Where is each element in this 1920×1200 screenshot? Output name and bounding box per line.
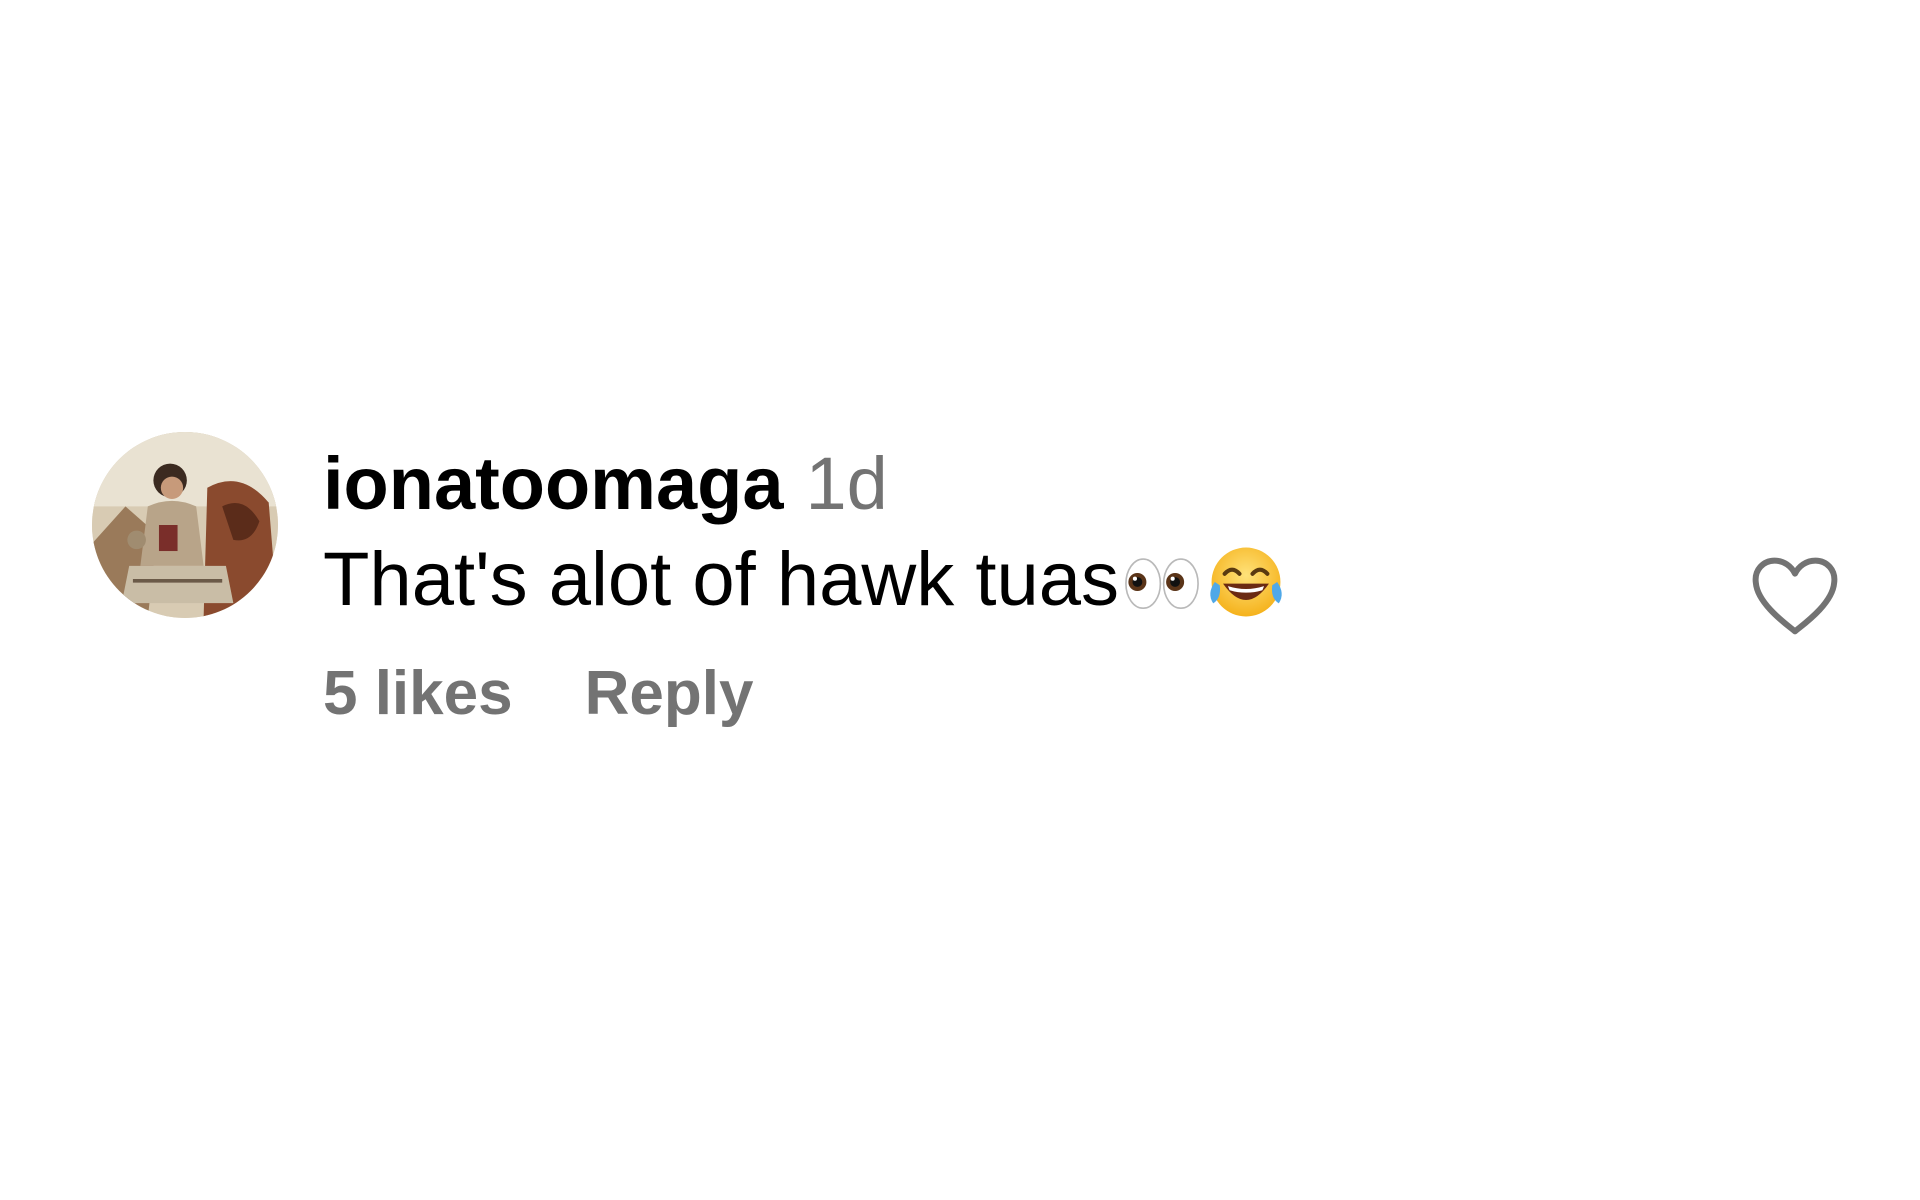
avatar-image xyxy=(92,432,278,618)
face-with-tears-of-joy-emoji xyxy=(1205,541,1287,623)
likes-count-button[interactable]: 5 likes xyxy=(323,654,513,734)
eyes-emoji xyxy=(1121,541,1203,623)
comment-text: That's alot of hawk tuas xyxy=(323,537,1120,622)
comment-body: ionatoomaga 1d That's alot of hawk tuas xyxy=(323,440,1623,734)
avatar[interactable] xyxy=(92,432,278,618)
comment-header: ionatoomaga 1d xyxy=(323,440,1623,528)
comment-item: ionatoomaga 1d That's alot of hawk tuas xyxy=(0,0,1920,1200)
comment-actions: 5 likes Reply xyxy=(323,654,1623,734)
username-link[interactable]: ionatoomaga xyxy=(323,440,783,528)
reply-button[interactable]: Reply xyxy=(585,654,754,734)
comment-timestamp[interactable]: 1d xyxy=(805,440,887,528)
heart-outline-icon[interactable] xyxy=(1750,555,1840,637)
comment-text-line: That's alot of hawk tuas xyxy=(323,536,1623,624)
